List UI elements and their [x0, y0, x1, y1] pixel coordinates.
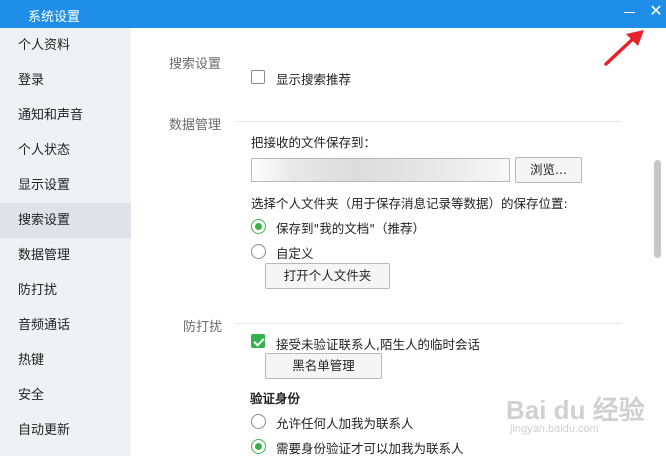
- allow-anyone-label: 允许任何人加我为联系人: [276, 416, 414, 431]
- accept-unverified-checkbox[interactable]: [251, 334, 265, 348]
- window-title: 系统设置: [28, 10, 81, 25]
- sidebar-item-search[interactable]: 搜索设置: [0, 203, 131, 238]
- custom-location-radio[interactable]: [251, 244, 266, 259]
- custom-location-label: 自定义: [276, 246, 314, 261]
- sidebar-item-status[interactable]: 个人状态: [0, 133, 131, 168]
- title-bar: 系统设置 ✕: [0, 0, 666, 28]
- section-title-dnd: 防打扰: [183, 320, 223, 335]
- section-divider: [236, 323, 622, 324]
- sidebar-item-login[interactable]: 登录: [0, 63, 131, 98]
- sidebar-item-do-not-disturb[interactable]: 防打扰: [0, 273, 131, 308]
- watermark: Bai du 经验 jingyan.baidu.com: [506, 390, 646, 440]
- open-folder-button[interactable]: 打开个人文件夹: [265, 263, 390, 289]
- sidebar-item-notifications[interactable]: 通知和声音: [0, 98, 131, 133]
- sidebar-item-audio-call[interactable]: 音频通话: [0, 308, 131, 343]
- sidebar-item-data[interactable]: 数据管理: [0, 238, 131, 273]
- save-to-documents-label: 保存到"我的文档"（推荐）: [276, 221, 425, 236]
- sidebar-item-display[interactable]: 显示设置: [0, 168, 131, 203]
- section-title-data: 数据管理: [169, 118, 222, 133]
- minimize-icon[interactable]: [622, 4, 638, 20]
- show-recommendations-label: 显示搜索推荐: [276, 72, 352, 87]
- save-to-label: 把接收的文件保存到：: [251, 135, 377, 150]
- sidebar: 个人资料 登录 通知和声音 个人状态 显示设置 搜索设置 数据管理 防打扰 音频…: [0, 28, 131, 456]
- folder-location-prompt: 选择个人文件夹（用于保存消息记录等数据）的保存位置:: [251, 196, 568, 211]
- watermark-main: Bai du 经验: [506, 395, 645, 425]
- require-verification-radio[interactable]: [251, 439, 266, 454]
- sidebar-item-auto-update[interactable]: 自动更新: [0, 413, 131, 448]
- sidebar-item-security[interactable]: 安全: [0, 378, 131, 413]
- scrollbar-thumb[interactable]: [654, 160, 661, 258]
- blacklist-button[interactable]: 黑名单管理: [265, 353, 382, 379]
- require-verification-label: 需要身份验证才可以加我为联系人: [276, 441, 464, 456]
- browse-button[interactable]: 浏览...: [515, 157, 582, 183]
- allow-anyone-radio[interactable]: [251, 414, 266, 429]
- accept-unverified-label: 接受未验证联系人,陌生人的临时会话: [276, 337, 480, 352]
- show-recommendations-checkbox[interactable]: [251, 70, 265, 84]
- verify-identity-title: 验证身份: [250, 391, 301, 406]
- sidebar-item-profile[interactable]: 个人资料: [0, 28, 131, 63]
- save-to-documents-radio[interactable]: [251, 219, 266, 234]
- sidebar-item-hotkeys[interactable]: 热键: [0, 343, 131, 378]
- section-title-search: 搜索设置: [169, 57, 222, 72]
- watermark-sub: jingyan.baidu.com: [510, 423, 599, 435]
- close-icon[interactable]: ✕: [648, 3, 664, 19]
- section-divider: [236, 121, 622, 122]
- save-path-input[interactable]: [251, 158, 510, 182]
- annotation-arrow-icon: [604, 30, 644, 66]
